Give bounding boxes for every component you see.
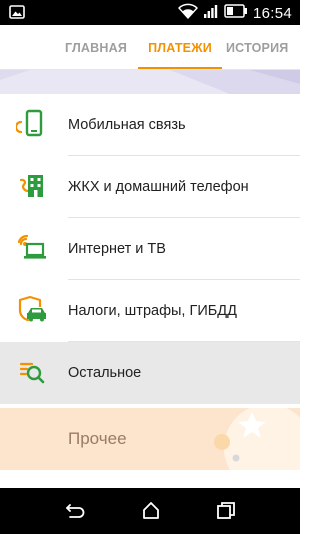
tab-history[interactable]: ИСТОРИЯ xyxy=(226,25,300,69)
menu-item-label: Остальное xyxy=(68,365,142,381)
car-shield-icon xyxy=(16,294,48,326)
status-bar: 16:54 xyxy=(0,0,300,25)
back-icon[interactable] xyxy=(64,500,86,522)
mobile-phone-icon xyxy=(14,108,48,140)
menu-item-internet-tv[interactable]: Интернет и ТВ xyxy=(0,218,300,280)
menu-item-label: Интернет и ТВ xyxy=(68,241,166,257)
navigation-bar xyxy=(0,488,300,534)
tab-payments[interactable]: ПЛАТЕЖИ xyxy=(138,25,222,69)
tab-bar: ГЛАВНАЯ ПЛАТЕЖИ ИСТОРИЯ xyxy=(0,25,300,70)
battery-icon xyxy=(224,3,248,23)
status-icons: 16:54 xyxy=(177,3,292,24)
tab-main[interactable]: ГЛАВНАЯ xyxy=(56,25,136,69)
decorative-banner xyxy=(0,70,300,94)
other-section-band[interactable]: Прочее xyxy=(0,408,300,470)
laptop-icon xyxy=(16,232,48,264)
recent-apps-icon[interactable] xyxy=(215,500,237,522)
signal-icon xyxy=(203,3,219,24)
gallery-icon xyxy=(9,4,25,25)
menu-item-taxes-fines[interactable]: Налоги, штрафы, ГИБДД xyxy=(0,280,300,342)
menu-item-utilities[interactable]: ЖКХ и домашний телефон xyxy=(0,156,300,218)
payment-categories-list: Мобильная связь ЖКХ и домашний телефон И… xyxy=(0,94,300,404)
menu-item-label: Мобильная связь xyxy=(68,117,186,133)
status-time: 16:54 xyxy=(252,4,292,22)
spacer xyxy=(0,470,300,488)
menu-item-label: Налоги, штрафы, ГИБДД xyxy=(68,303,237,319)
wifi-icon xyxy=(177,3,198,24)
menu-item-label: ЖКХ и домашний телефон xyxy=(68,179,249,195)
home-icon[interactable] xyxy=(140,500,162,522)
menu-item-other[interactable]: Остальное xyxy=(0,342,300,404)
menu-item-mobile[interactable]: Мобильная связь xyxy=(0,94,300,156)
building-icon xyxy=(16,170,48,202)
search-list-icon xyxy=(16,356,48,388)
section-title: Прочее xyxy=(68,429,127,448)
